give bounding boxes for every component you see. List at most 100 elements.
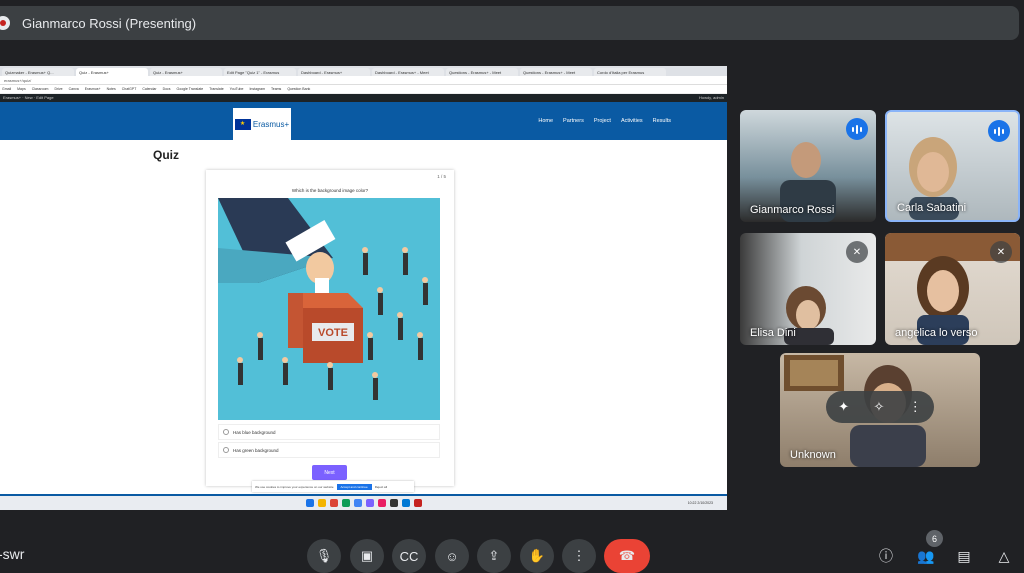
nav-link-partners: Partners (563, 118, 584, 124)
browser-tab: Dashboard - Erasmus+ (298, 68, 370, 76)
participant-tile[interactable]: ✕ Elisa Dini (740, 233, 876, 345)
cookie-accept-button[interactable]: Accept and continue (336, 483, 372, 490)
quiz-title: Quiz (153, 148, 179, 162)
browser-tabs: Quizmaker - Erasmus+ Q... Quiz - Erasmus… (0, 66, 727, 76)
participant-tile[interactable]: Carla Sabatini (885, 110, 1020, 222)
site-header: Erasmus+ Home Partners Project Activitie… (0, 102, 727, 140)
taskbar-clock: 10:22 2/10/2023 (687, 501, 713, 505)
app-icon (389, 499, 398, 507)
nav-link-home: Home (538, 118, 554, 124)
chat-button[interactable]: ▤ (952, 544, 976, 568)
info-icon: ⓘ (879, 548, 893, 564)
browser-tab: Dashboard - Erasmus+ - Meet (372, 68, 444, 76)
mic-button[interactable]: 🎙 (307, 539, 341, 573)
present-button[interactable]: ⇪ (477, 539, 511, 573)
mic-off-icon: ✕ (846, 241, 868, 263)
bookmark: Gmail (2, 87, 12, 91)
answer-label: Has blue background (233, 429, 276, 435)
captions-button[interactable]: CC (392, 539, 426, 573)
bookmark: ChatGPT (121, 87, 137, 91)
nav-link-results: Results (652, 118, 671, 124)
browser-tab: Cordo d'Italia per Erasmus (594, 68, 666, 76)
bookmark: Question Bank (287, 87, 311, 91)
eu-flag-icon (234, 118, 251, 130)
bookmark: Docs (162, 87, 171, 91)
bookmark: Instagram (249, 87, 265, 91)
mic-off-icon: ✕ (990, 241, 1012, 263)
vote-label: VOTE (318, 327, 348, 339)
end-call-button[interactable]: ☎ (604, 539, 650, 573)
pin-icon[interactable]: ✦ (838, 399, 849, 415)
participant-count-badge: 6 (926, 530, 943, 547)
site-nav: Home Partners Project Activities Results (538, 118, 671, 124)
radio-icon[interactable] (223, 447, 229, 453)
presenting-bar: Gianmarco Rossi (Presenting) (0, 6, 1019, 40)
cookie-reject-button[interactable]: Reject all (375, 485, 387, 489)
bookmark: Drive (54, 87, 63, 91)
bookmarks-bar: Gmail Maps Classroom Drive Canva Erasmus… (0, 85, 727, 94)
next-button[interactable]: Next (312, 465, 347, 480)
app-icon (365, 499, 374, 507)
wp-admin-right: Howdy, admin (698, 95, 724, 100)
app-icon (353, 499, 362, 507)
more-options-icon[interactable]: ⋮ (909, 399, 922, 415)
quiz-counter: 1 / 5 (437, 174, 446, 179)
bookmark: Teams (271, 87, 282, 91)
nav-link-project: Project (593, 118, 611, 124)
meeting-info-button[interactable]: ⓘ (874, 544, 898, 568)
speaking-indicator-icon (988, 120, 1010, 142)
participant-name: Unknown (790, 449, 836, 461)
bookmark: Erasmus+ (84, 87, 101, 91)
participant-name: angelica lo verso (895, 327, 978, 339)
app-icon (329, 499, 338, 507)
answer-label: Has green background (233, 447, 279, 453)
address-bar: erasmus+/quiz/ (0, 76, 727, 85)
tile-hover-controls: ✦ ✧ ⋮ (826, 391, 934, 423)
browser-tab: Questions - Erasmus+ - Meet (520, 68, 592, 76)
meeting-code: -swr (0, 546, 25, 562)
camera-button[interactable]: ▣ (350, 539, 384, 573)
wp-admin-left: Erasmus+ · New · Edit Page (3, 95, 54, 100)
captions-icon: CC (399, 548, 419, 564)
more-options-button[interactable]: ⋮ (562, 539, 596, 573)
speaking-indicator-icon (846, 118, 868, 140)
effects-icon[interactable]: ✧ (873, 399, 884, 415)
start-icon (305, 499, 314, 507)
participant-tile[interactable]: ✕ angelica lo verso (885, 233, 1020, 345)
app-icon (377, 499, 386, 507)
answer-option[interactable]: Has green background (218, 442, 440, 458)
people-button[interactable]: 👥 (914, 544, 938, 568)
presenting-title: Gianmarco Rossi (Presenting) (22, 15, 197, 31)
browser-tab: Edit Page "Quiz 1" - Erasmus (224, 68, 296, 76)
raise-hand-button[interactable]: ✋ (520, 539, 554, 573)
quiz-card: 1 / 5 Which is the background image colo… (206, 170, 454, 486)
app-icon (341, 499, 350, 507)
erasmus-logo: Erasmus+ (233, 108, 291, 140)
emoji-button[interactable]: ☺ (435, 539, 469, 573)
participant-tile[interactable]: Gianmarco Rossi (740, 110, 876, 222)
participant-name: Gianmarco Rossi (750, 204, 835, 216)
answer-option[interactable]: Has blue background (218, 424, 440, 440)
presenting-icon (0, 16, 10, 30)
activities-button[interactable]: △ (992, 544, 1016, 568)
nav-link-activities: Activities (620, 118, 643, 124)
vote-illustration: VOTE (218, 198, 440, 420)
bookmark: YouTube (229, 87, 244, 91)
app-icon (413, 499, 422, 507)
bookmark: Google Translate (176, 87, 204, 91)
bookmark: Calendar (142, 87, 157, 91)
participant-name: Elisa Dini (750, 327, 796, 339)
participant-name: Carla Sabatini (897, 202, 967, 214)
bookmark: Classroom (31, 87, 49, 91)
windows-taskbar: 10:22 2/10/2023 (0, 494, 727, 510)
bookmark: Maps (17, 87, 26, 91)
browser-tab: Quiz - Erasmus+ (150, 68, 222, 76)
browser-tab: Quizmaker - Erasmus+ Q... (2, 68, 74, 76)
participant-tile[interactable]: ✦ ✧ ⋮ Unknown (780, 353, 980, 467)
browser-tab: Questions - Erasmus+ - Meet (446, 68, 518, 76)
radio-icon[interactable] (223, 429, 229, 435)
quiz-question: Which is the background image color? (291, 188, 369, 193)
bookmark: Translate (209, 87, 224, 91)
cookie-banner: We use cookies to improve your experienc… (252, 481, 414, 492)
logo-text: Erasmus+ (252, 119, 290, 129)
